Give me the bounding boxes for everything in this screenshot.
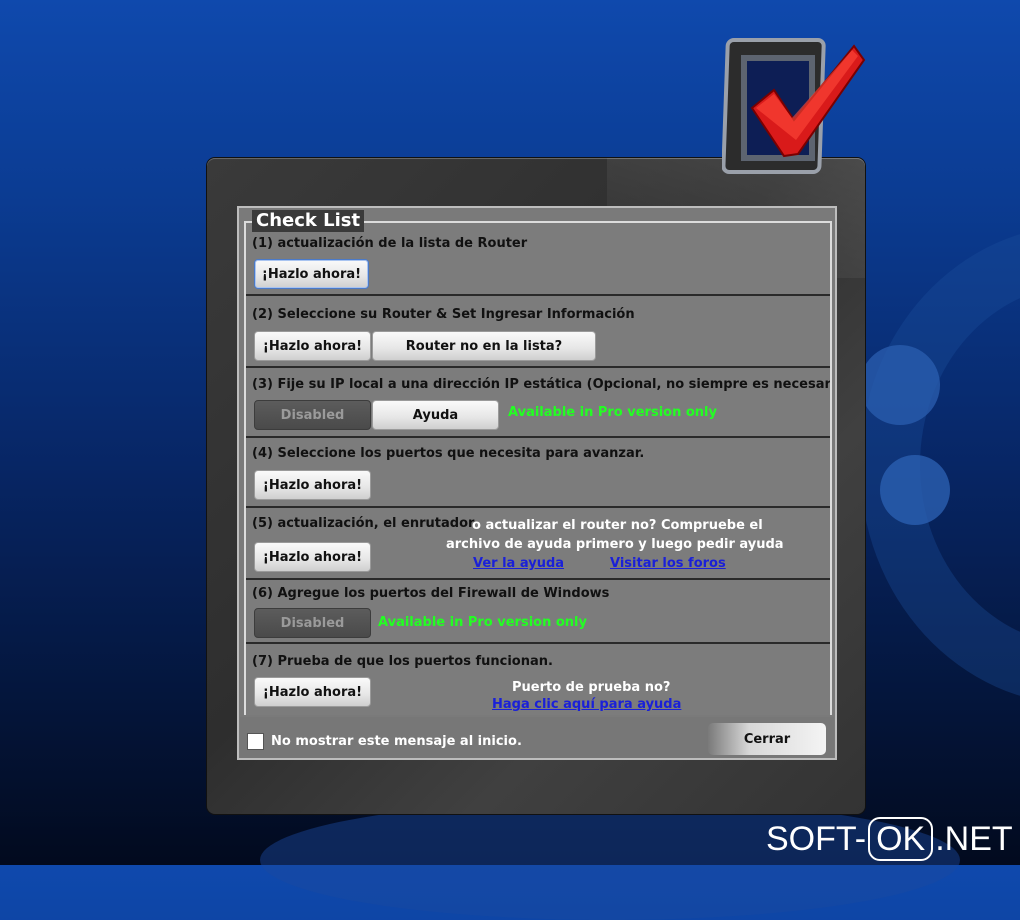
checklist-item-7: (7) Prueba de que los puertos funcionan.… — [246, 644, 830, 715]
help-button[interactable]: Ayuda — [372, 400, 499, 430]
item-title: (5) actualización, el enrutador — [252, 516, 475, 531]
item-title: (1) actualización de la lista de Router — [252, 236, 528, 251]
item-title: (6) Agregue los puertos del Firewall de … — [252, 586, 610, 601]
watermark-text: .NET — [935, 819, 1013, 858]
background-circle — [880, 455, 950, 525]
pro-version-note: Available in Pro version only — [378, 615, 587, 630]
fieldset-border — [830, 221, 832, 715]
close-button[interactable]: Cerrar — [708, 723, 826, 755]
do-it-now-button[interactable]: ¡Hazlo ahora! — [254, 331, 371, 361]
do-it-now-button[interactable]: ¡Hazlo ahora! — [254, 259, 369, 289]
help-text: archivo de ayuda primero y luego pedir a… — [446, 537, 784, 552]
router-not-listed-button[interactable]: Router no en la lista? — [372, 331, 596, 361]
checklist-item-2: (2) Seleccione su Router & Set Ingresar … — [246, 296, 830, 368]
dont-show-label[interactable]: No mostrar este mensaje al inicio. — [271, 734, 522, 749]
checklist-title: Check List — [252, 210, 365, 232]
checklist-item-4: (4) Seleccione los puertos que necesita … — [246, 438, 830, 508]
dont-show-checkbox[interactable] — [247, 733, 264, 750]
checklist-item-5: (5) actualización, el enrutador ¡Hazlo a… — [246, 508, 830, 580]
watermark-box-text: OK — [868, 817, 934, 861]
checklist: (1) actualización de la lista de Router … — [246, 223, 830, 715]
disabled-button: Disabled — [254, 608, 371, 638]
fieldset-border — [244, 221, 246, 715]
watermark-text: SOFT- — [766, 819, 867, 858]
visit-forums-link[interactable]: Visitar los foros — [610, 556, 726, 571]
item-title: (7) Prueba de que los puertos funcionan. — [252, 654, 553, 669]
do-it-now-button[interactable]: ¡Hazlo ahora! — [254, 677, 371, 707]
item-title: (4) Seleccione los puertos que necesita … — [252, 446, 645, 461]
checklist-item-6: (6) Agregue los puertos del Firewall de … — [246, 580, 830, 644]
pro-version-note: Available in Pro version only — [508, 405, 717, 420]
checklist-item-3: (3) Fije su IP local a una dirección IP … — [246, 368, 830, 438]
do-it-now-button[interactable]: ¡Hazlo ahora! — [254, 542, 371, 572]
help-text: o actualizar el router no? Compruebe el — [472, 518, 763, 533]
checklist-item-1: (1) actualización de la lista de Router … — [246, 223, 830, 296]
do-it-now-button[interactable]: ¡Hazlo ahora! — [254, 470, 371, 500]
view-help-link[interactable]: Ver la ayuda — [473, 556, 564, 571]
help-text: Puerto de prueba no? — [512, 680, 671, 695]
click-here-help-link[interactable]: Haga clic aquí para ayuda — [492, 697, 681, 712]
watermark: SOFT- OK .NET — [766, 817, 1013, 861]
item-title: (2) Seleccione su Router & Set Ingresar … — [252, 307, 635, 322]
item-title: (3) Fije su IP local a una dirección IP … — [252, 377, 830, 392]
checkmark-logo-icon — [722, 38, 866, 174]
disabled-button: Disabled — [254, 400, 371, 430]
background-circle — [860, 345, 940, 425]
